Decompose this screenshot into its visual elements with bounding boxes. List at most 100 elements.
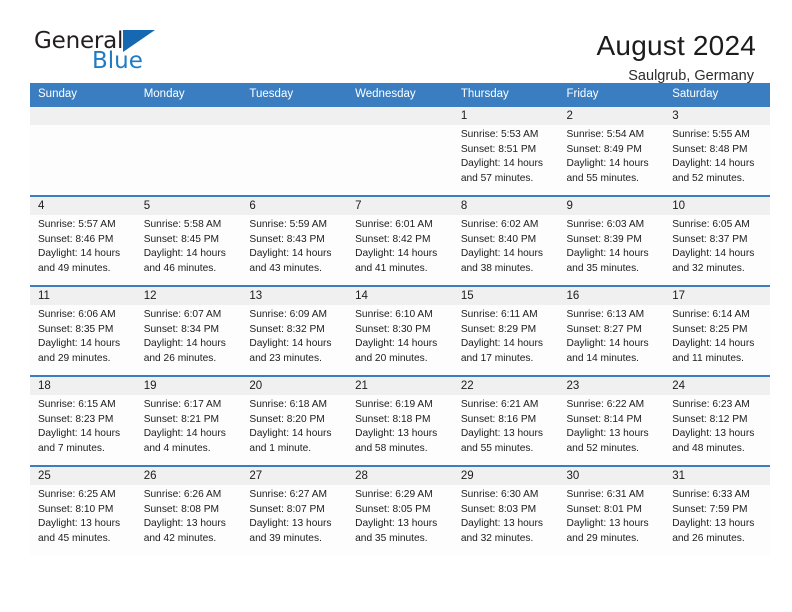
- calendar-cell-day-12[interactable]: 12 Sunrise: 6:07 AM Sunset: 8:34 PM Dayligh…: [135, 285, 242, 376]
- calendar-cell-day-28[interactable]: 28 Sunrise: 6:29 AM Sunset: 8:05 PM Dayligh…: [347, 465, 453, 556]
- day-details: Sunrise: 6:05 AM Sunset: 8:37 PM Daylight:…: [664, 215, 770, 276]
- day-number: 28: [347, 467, 453, 485]
- calendar-cell-day-9[interactable]: 9 Sunrise: 6:03 AM Sunset: 8:39 PM Daylight…: [558, 195, 665, 286]
- calendar-cell-day-20[interactable]: 20 Sunrise: 6:18 AM Sunset: 8:20 PM Dayligh…: [241, 375, 348, 466]
- daylight-text: Daylight: 14 hours and 43 minutes.: [249, 248, 332, 274]
- calendar-cell-day-22[interactable]: 22 Sunrise: 6:21 AM Sunset: 8:16 PM Dayligh…: [452, 375, 559, 466]
- calendar-header-row: Sunday Monday Tuesday Wednesday Thursday Frid…: [30, 83, 770, 106]
- day-number: 1: [452, 107, 559, 125]
- calendar-cell-day-7[interactable]: 7 Sunrise: 6:01 AM Sunset: 8:42 PM Daylight…: [347, 195, 453, 286]
- calendar-cell-day-21[interactable]: 21 Sunrise: 6:19 AM Sunset: 8:18 PM Dayligh…: [347, 375, 453, 466]
- sunset-text: Sunset: 8:35 PM: [38, 323, 114, 335]
- sunset-text: Sunset: 8:39 PM: [566, 233, 642, 245]
- calendar-cell-day-5[interactable]: 5 Sunrise: 5:58 AM Sunset: 8:45 PM Daylight…: [135, 195, 242, 286]
- calendar-table: Sunday Monday Tuesday Wednesday Thursday Frid…: [30, 83, 770, 556]
- day-details: Sunrise: 6:11 AM Sunset: 8:29 PM Daylight:…: [453, 305, 559, 366]
- day-number: 10: [664, 197, 770, 215]
- day-number: 17: [664, 287, 770, 305]
- day-number: 12: [135, 287, 242, 305]
- day-details: Sunrise: 5:55 AM Sunset: 8:48 PM Daylight:…: [664, 125, 770, 186]
- weekday-header-tuesday: Tuesday: [241, 83, 348, 106]
- calendar-cell-day-26[interactable]: 26 Sunrise: 6:26 AM Sunset: 8:08 PM Dayligh…: [135, 465, 242, 556]
- day-number: [30, 107, 136, 125]
- sunset-text: Sunset: 8:08 PM: [143, 503, 220, 515]
- calendar-cell-day-25[interactable]: 25 Sunrise: 6:25 AM Sunset: 8:10 PM Dayligh…: [30, 465, 136, 556]
- calendar-cell-day-6[interactable]: 6 Sunrise: 5:59 AM Sunset: 8:43 PM Daylight…: [241, 195, 348, 286]
- daylight-text: Daylight: 13 hours and 39 minutes.: [249, 518, 332, 544]
- day-number: 4: [30, 197, 136, 215]
- day-number: 8: [452, 197, 559, 215]
- generalblue-logo[interactable]: General Blue: [34, 30, 156, 73]
- daylight-text: Daylight: 14 hours and 49 minutes.: [38, 248, 121, 274]
- sunset-text: Sunset: 8:12 PM: [672, 413, 748, 425]
- day-number: 18: [30, 377, 136, 395]
- calendar-cell-day-23[interactable]: 23 Sunrise: 6:22 AM Sunset: 8:14 PM Dayligh…: [558, 375, 665, 466]
- day-number: 15: [452, 287, 559, 305]
- sunset-text: Sunset: 8:03 PM: [460, 503, 537, 515]
- calendar-cell-day-3[interactable]: 3 Sunrise: 5:55 AM Sunset: 8:48 PM Daylight…: [664, 105, 770, 196]
- calendar-cell-day-17[interactable]: 17 Sunrise: 6:14 AM Sunset: 8:25 PM Dayligh…: [664, 285, 770, 376]
- sunset-text: Sunset: 8:27 PM: [566, 323, 642, 335]
- calendar-cell-day-24[interactable]: 24 Sunrise: 6:23 AM Sunset: 8:12 PM Dayligh…: [664, 375, 770, 466]
- daylight-text: Daylight: 13 hours and 55 minutes.: [460, 428, 543, 454]
- day-number: 5: [135, 197, 242, 215]
- day-number: 30: [558, 467, 665, 485]
- daylight-text: Daylight: 14 hours and 46 minutes.: [143, 248, 226, 274]
- day-details: Sunrise: 6:22 AM Sunset: 8:14 PM Daylight:…: [559, 395, 665, 456]
- day-details: Sunrise: 6:26 AM Sunset: 8:08 PM Daylight:…: [136, 485, 242, 546]
- daylight-text: Daylight: 14 hours and 11 minutes.: [672, 338, 755, 364]
- sunset-text: Sunset: 8:25 PM: [672, 323, 748, 335]
- day-details: Sunrise: 6:07 AM Sunset: 8:34 PM Daylight:…: [136, 305, 242, 366]
- day-number: 27: [241, 467, 348, 485]
- daylight-text: Daylight: 13 hours and 42 minutes.: [143, 518, 226, 544]
- weekday-header-monday: Monday: [135, 83, 242, 106]
- calendar-cell-day-13[interactable]: 13 Sunrise: 6:09 AM Sunset: 8:32 PM Dayligh…: [241, 285, 348, 376]
- calendar-cell-day-30[interactable]: 30 Sunrise: 6:31 AM Sunset: 8:01 PM Dayligh…: [558, 465, 665, 556]
- day-details: Sunrise: 6:25 AM Sunset: 8:10 PM Daylight:…: [30, 485, 136, 546]
- calendar-cell-day-2[interactable]: 2 Sunrise: 5:54 AM Sunset: 8:49 PM Daylight…: [558, 105, 665, 196]
- day-details: Sunrise: 6:02 AM Sunset: 8:40 PM Daylight:…: [453, 215, 559, 276]
- sunset-text: Sunset: 8:07 PM: [249, 503, 325, 515]
- sunrise-text: Sunrise: 6:29 AM: [355, 489, 433, 500]
- sunrise-text: Sunrise: 5:57 AM: [38, 219, 116, 230]
- daylight-text: Daylight: 13 hours and 52 minutes.: [566, 428, 649, 454]
- sunset-text: Sunset: 8:16 PM: [460, 413, 537, 425]
- daylight-text: Daylight: 14 hours and 29 minutes.: [38, 338, 121, 364]
- day-number: [347, 107, 453, 125]
- day-number: 29: [452, 467, 559, 485]
- calendar-cell-empty: [347, 105, 453, 196]
- daylight-text: Daylight: 14 hours and 32 minutes.: [672, 248, 755, 274]
- daylight-text: Daylight: 13 hours and 26 minutes.: [672, 518, 755, 544]
- sunset-text: Sunset: 8:23 PM: [38, 413, 114, 425]
- calendar-cell-day-16[interactable]: 16 Sunrise: 6:13 AM Sunset: 8:27 PM Dayligh…: [558, 285, 665, 376]
- sunset-text: Sunset: 8:14 PM: [566, 413, 642, 425]
- calendar-cell-day-15[interactable]: 15 Sunrise: 6:11 AM Sunset: 8:29 PM Dayligh…: [452, 285, 559, 376]
- calendar-cell-day-14[interactable]: 14 Sunrise: 6:10 AM Sunset: 8:30 PM Dayligh…: [347, 285, 453, 376]
- calendar-cell-day-18[interactable]: 18 Sunrise: 6:15 AM Sunset: 8:23 PM Dayligh…: [30, 375, 136, 466]
- day-details: Sunrise: 6:09 AM Sunset: 8:32 PM Daylight:…: [241, 305, 347, 366]
- sunset-text: Sunset: 8:29 PM: [460, 323, 537, 335]
- day-details: Sunrise: 6:30 AM Sunset: 8:03 PM Daylight:…: [453, 485, 559, 546]
- sunrise-text: Sunrise: 5:58 AM: [143, 219, 222, 230]
- day-number: 14: [347, 287, 453, 305]
- daylight-text: Daylight: 14 hours and 7 minutes.: [38, 428, 121, 454]
- sunset-text: Sunset: 8:40 PM: [460, 233, 537, 245]
- calendar-cell-day-1[interactable]: 1 Sunrise: 5:53 AM Sunset: 8:51 PM Daylight…: [452, 105, 559, 196]
- sunset-text: Sunset: 8:01 PM: [566, 503, 642, 515]
- calendar-cell-day-29[interactable]: 29 Sunrise: 6:30 AM Sunset: 8:03 PM Dayligh…: [452, 465, 559, 556]
- sunrise-text: Sunrise: 5:55 AM: [672, 129, 750, 140]
- weekday-header-sunday: Sunday: [30, 83, 136, 106]
- weekday-header: Sunday Monday Tuesday Wednesday Thursday Frid…: [30, 83, 770, 106]
- calendar-cell-day-11[interactable]: 11 Sunrise: 6:06 AM Sunset: 8:35 PM Dayligh…: [30, 285, 136, 376]
- day-details: Sunrise: 5:54 AM Sunset: 8:49 PM Daylight:…: [559, 125, 665, 186]
- day-number: 3: [664, 107, 770, 125]
- calendar-cell-day-10[interactable]: 10 Sunrise: 6:05 AM Sunset: 8:37 PM Dayligh…: [664, 195, 770, 286]
- day-details: Sunrise: 6:13 AM Sunset: 8:27 PM Daylight:…: [559, 305, 665, 366]
- calendar-cell-day-31[interactable]: 31 Sunrise: 6:33 AM Sunset: 7:59 PM Dayligh…: [664, 465, 770, 556]
- calendar-cell-day-4[interactable]: 4 Sunrise: 5:57 AM Sunset: 8:46 PM Daylight…: [30, 195, 136, 286]
- calendar-cell-day-8[interactable]: 8 Sunrise: 6:02 AM Sunset: 8:40 PM Daylight…: [452, 195, 559, 286]
- calendar-cell-day-27[interactable]: 27 Sunrise: 6:27 AM Sunset: 8:07 PM Dayligh…: [241, 465, 348, 556]
- calendar-cell-day-19[interactable]: 19 Sunrise: 6:17 AM Sunset: 8:21 PM Dayligh…: [135, 375, 242, 466]
- sunrise-text: Sunrise: 6:21 AM: [460, 399, 539, 410]
- sunset-text: Sunset: 8:46 PM: [38, 233, 114, 245]
